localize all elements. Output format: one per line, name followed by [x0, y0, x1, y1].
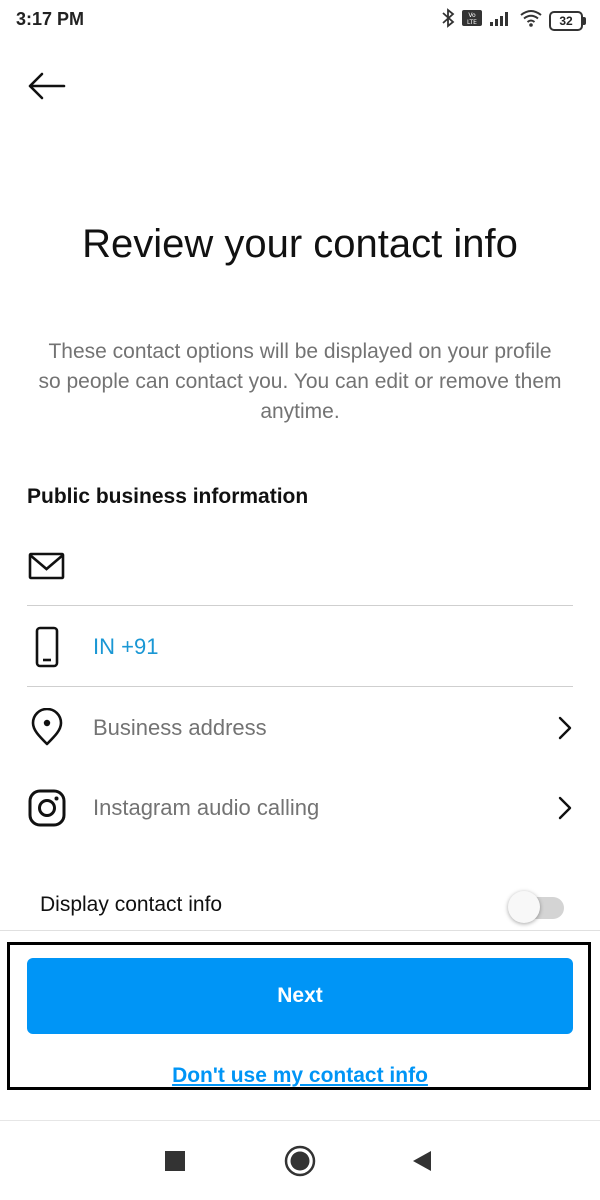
page-subtitle: These contact options will be displayed … [38, 340, 562, 423]
recents-button[interactable] [155, 1143, 195, 1183]
audio-calling-label: Instagram audio calling [93, 795, 320, 820]
instagram-icon [27, 788, 93, 828]
location-pin-icon [27, 708, 93, 748]
system-nav-bar [0, 1121, 600, 1200]
status-icons: Vo LTE 32 [441, 8, 586, 33]
svg-text:Vo: Vo [468, 12, 476, 19]
toggle-knob [508, 891, 540, 923]
business-address-row[interactable]: Business address [27, 688, 573, 768]
email-field[interactable] [27, 526, 573, 606]
phone-field[interactable]: IN +91 [27, 607, 573, 687]
status-time: 3:17 PM [16, 9, 85, 29]
battery-level: 32 [549, 10, 583, 31]
triangle-back-icon [411, 1149, 433, 1178]
audio-calling-row[interactable]: Instagram audio calling [27, 768, 573, 848]
phone-country-code: IN +91 [93, 633, 159, 659]
system-back-button[interactable] [402, 1143, 442, 1183]
battery-icon: 32 [549, 10, 586, 31]
display-contact-info-label: Display contact info [40, 893, 223, 916]
wifi-icon [519, 8, 543, 33]
section-title: Public business information [27, 485, 309, 508]
arrow-left-icon [26, 71, 66, 106]
display-contact-info-row: Display contact info [40, 880, 566, 930]
volte-icon: Vo LTE [461, 8, 483, 33]
phone-icon [27, 625, 93, 669]
home-button[interactable] [280, 1143, 320, 1183]
chevron-right-icon [543, 796, 573, 820]
bluetooth-icon [441, 8, 455, 33]
signal-icon [489, 8, 513, 33]
svg-text:LTE: LTE [467, 19, 477, 26]
dont-use-contact-info-link[interactable]: Don't use my contact info [0, 1064, 600, 1094]
divider [0, 930, 600, 931]
square-icon [164, 1150, 186, 1177]
business-address-label: Business address [93, 715, 267, 740]
status-bar: 3:17 PM Vo LTE 32 [0, 0, 600, 40]
next-button[interactable]: Next [27, 958, 573, 1034]
display-contact-info-toggle[interactable] [508, 891, 566, 923]
circle-home-icon [284, 1145, 316, 1182]
page-title: Review your contact info [82, 222, 518, 266]
envelope-icon [27, 550, 93, 582]
chevron-right-icon [543, 716, 573, 740]
back-button[interactable] [24, 68, 68, 108]
